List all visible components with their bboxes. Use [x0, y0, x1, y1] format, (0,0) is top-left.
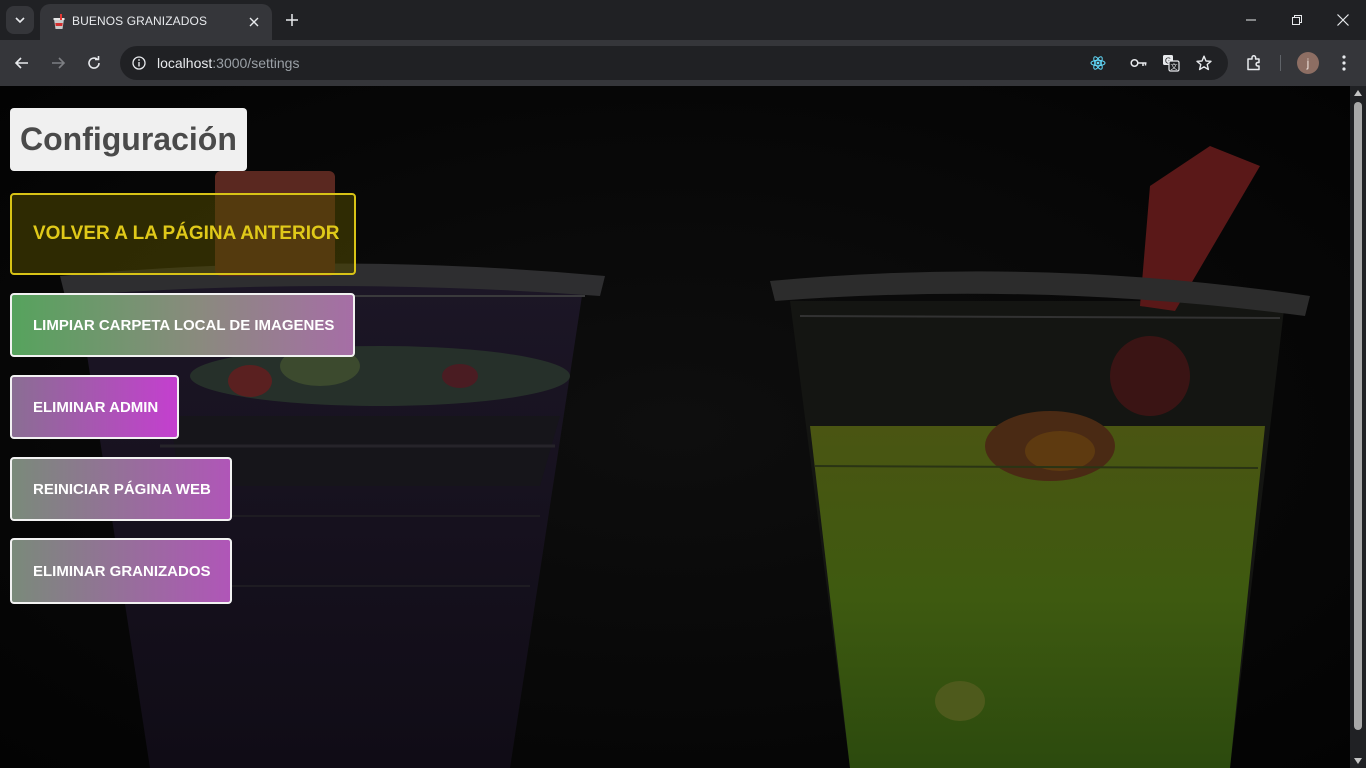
cup-icon: [53, 14, 65, 29]
browser-menu-button[interactable]: [1330, 49, 1358, 77]
delete-granizados-button[interactable]: ELIMINAR GRANIZADOS: [10, 538, 232, 604]
close-icon: [1337, 14, 1349, 26]
kebab-menu-icon: [1342, 55, 1346, 71]
url-path: :3000/settings: [212, 55, 300, 71]
new-tab-button[interactable]: [280, 8, 304, 32]
background-photo: [0, 86, 1350, 768]
puzzle-icon: [1247, 54, 1260, 71]
url-host: localhost: [157, 55, 213, 71]
close-icon: [249, 17, 259, 27]
react-devtools-button[interactable]: [1087, 52, 1109, 74]
address-bar[interactable]: localhost:3000/settings G文: [120, 46, 1228, 80]
scroll-up-arrow-icon[interactable]: [1354, 90, 1362, 96]
arrow-left-icon: [14, 57, 28, 69]
tab-search-button[interactable]: [6, 6, 34, 34]
key-icon: [1130, 58, 1147, 68]
arrow-right-icon: [52, 57, 66, 69]
browser-toolbar: localhost:3000/settings G文 j: [0, 40, 1366, 86]
info-icon: [132, 56, 146, 70]
site-info-button[interactable]: [128, 52, 150, 74]
scroll-thumb[interactable]: [1354, 102, 1362, 730]
back-to-previous-page-button[interactable]: VOLVER A LA PÁGINA ANTERIOR: [10, 193, 356, 275]
svg-text:文: 文: [1171, 62, 1178, 71]
bookmark-button[interactable]: [1193, 52, 1215, 74]
passwords-button[interactable]: [1128, 52, 1150, 74]
extensions-button[interactable]: [1240, 49, 1268, 77]
restore-icon: [1292, 15, 1302, 25]
clean-local-images-button[interactable]: LIMPIAR CARPETA LOCAL DE IMAGENES: [10, 293, 355, 357]
restore-button[interactable]: [1274, 0, 1320, 40]
back-button[interactable]: [8, 49, 36, 77]
forward-button[interactable]: [44, 49, 72, 77]
browser-tab-active[interactable]: BUENOS GRANIZADOS: [40, 4, 272, 40]
scroll-down-arrow-icon[interactable]: [1354, 758, 1362, 764]
chevron-down-icon: [15, 17, 25, 24]
page-viewport: Configuración VOLVER A LA PÁGINA ANTERIO…: [0, 86, 1350, 768]
minimize-button[interactable]: [1228, 0, 1274, 40]
reload-button[interactable]: [80, 49, 108, 77]
minimize-icon: [1246, 19, 1256, 21]
reload-icon: [88, 56, 100, 69]
react-icon: [1090, 56, 1106, 70]
translate-icon: G文: [1163, 55, 1180, 72]
delete-admin-button[interactable]: ELIMINAR ADMIN: [10, 375, 179, 439]
tab-title: BUENOS GRANIZADOS: [72, 14, 208, 28]
translate-button[interactable]: G文: [1160, 52, 1182, 74]
star-icon: [1196, 55, 1212, 71]
tab-strip: BUENOS GRANIZADOS: [0, 0, 1366, 40]
tab-close-button[interactable]: [244, 12, 264, 32]
toolbar-divider: [1280, 55, 1281, 71]
page-title: Configuración: [10, 108, 247, 171]
profile-avatar[interactable]: j: [1297, 52, 1319, 74]
reset-website-button[interactable]: REINICIAR PÁGINA WEB: [10, 457, 232, 521]
page-scrollbar[interactable]: [1350, 86, 1366, 768]
close-window-button[interactable]: [1320, 0, 1366, 40]
plus-icon: [286, 14, 298, 26]
url-text: localhost:3000/settings: [157, 55, 299, 71]
